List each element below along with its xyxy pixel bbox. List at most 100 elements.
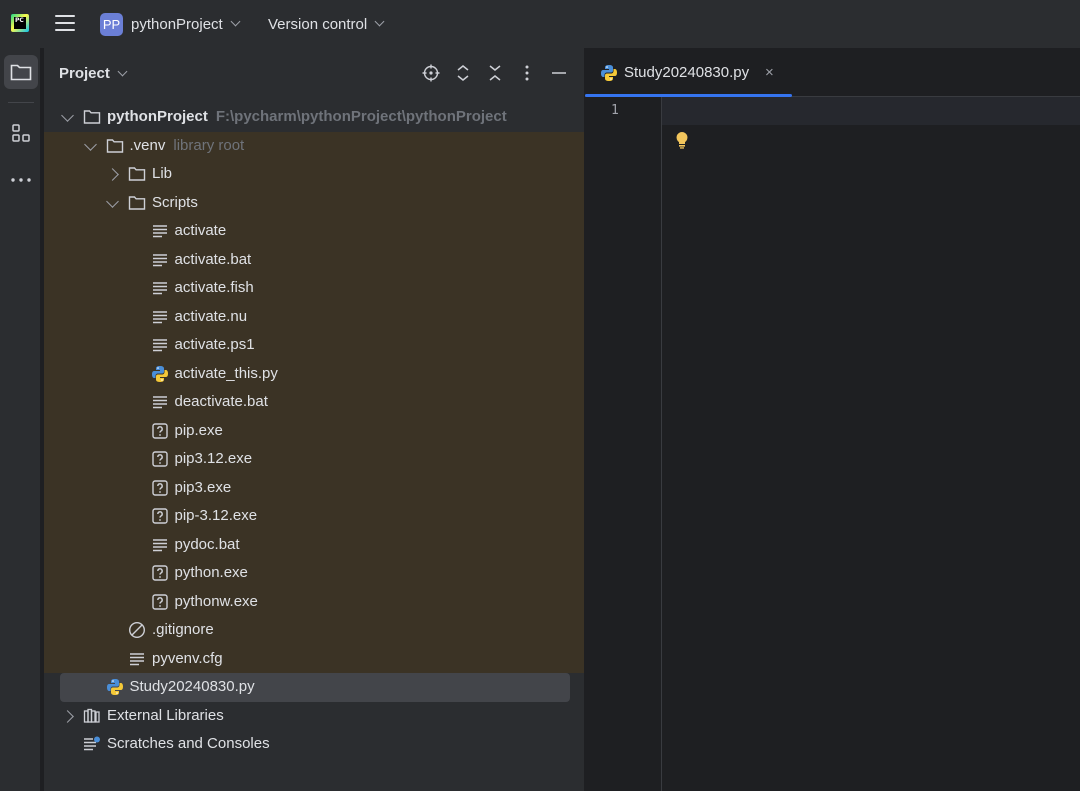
text-file-icon	[151, 536, 169, 554]
tree-row[interactable]: Scratches and Consoles	[44, 730, 584, 759]
chevron-right-icon[interactable]	[106, 168, 119, 181]
tree-item-label: activate.ps1	[175, 336, 255, 353]
tree-row[interactable]: pythonProject F:\pycharm\pythonProject\py…	[44, 103, 584, 132]
version-control-label: Version control	[268, 15, 368, 33]
close-tab-icon[interactable]: ×	[765, 64, 774, 81]
crosshair-icon	[422, 64, 440, 82]
project-tool-window: Project pythonProject F:\pycharm\pythonPr…	[44, 48, 584, 791]
tree-row[interactable]: pythonw.exe	[44, 587, 584, 616]
chevron-down-icon[interactable]	[61, 109, 74, 122]
tree-item-label: Lib	[152, 165, 172, 182]
tab-label: Study20240830.py	[624, 64, 750, 81]
tree-item-label: pip.exe	[175, 422, 223, 439]
tree-row[interactable]: Scripts	[44, 188, 584, 217]
chevron-down-icon[interactable]	[83, 137, 97, 151]
tree-item-name: pythonProject	[107, 108, 208, 125]
unknown-file-icon	[151, 564, 169, 582]
version-control-menu[interactable]: Version control	[268, 12, 385, 36]
tree-row[interactable]: pip3.12.exe	[44, 445, 584, 474]
tree-item-label: python.exe	[175, 564, 248, 581]
python-file-icon	[151, 365, 169, 383]
more-tools-button[interactable]	[4, 163, 38, 197]
structure-icon	[12, 124, 30, 142]
tree-item-name: Scripts	[152, 193, 198, 211]
project-panel-header: Project	[44, 48, 584, 100]
tree-row[interactable]: pip-3.12.exe	[44, 502, 584, 531]
ignored-file-icon	[128, 621, 146, 639]
tree-item-name: Study20240830.py	[129, 678, 255, 695]
structure-tool-button[interactable]	[4, 116, 38, 150]
tree-item-hint: library root	[173, 136, 245, 154]
text-file-icon	[128, 650, 146, 668]
tree-item-name: pip3.12.exe	[174, 450, 253, 467]
tree-row[interactable]: .gitignore	[44, 616, 584, 645]
tree-row[interactable]: pip3.exe	[44, 473, 584, 502]
tree-item-name: pyvenv.cfg	[152, 649, 223, 667]
tree-item-label: activate	[175, 222, 227, 239]
panel-title: Project	[59, 65, 110, 82]
tree-row[interactable]: activate	[44, 217, 584, 246]
tree-row[interactable]: deactivate.bat	[44, 388, 584, 417]
pycharm-logo-icon[interactable]: PC	[11, 14, 29, 32]
options-button[interactable]	[516, 62, 538, 84]
tree-item-name: activate.fish	[174, 279, 254, 296]
text-file-icon	[151, 336, 169, 354]
project-badge: PP	[100, 12, 123, 36]
editor-tab-study[interactable]: Study20240830.py ×	[585, 48, 792, 97]
select-opened-file-button[interactable]	[420, 62, 442, 84]
tree-row[interactable]: activate.nu	[44, 302, 584, 331]
title-bar: PC PP pythonProject Version control	[0, 0, 1080, 48]
tree-item-label: pythonw.exe	[175, 593, 258, 610]
folder-icon	[106, 137, 124, 155]
expand-all-button[interactable]	[452, 62, 474, 84]
tree-item-name: .gitignore	[152, 621, 214, 638]
tree-item-name: python.exe	[174, 564, 248, 581]
tree-item-label: activate_this.py	[175, 365, 278, 382]
hide-panel-button[interactable]	[548, 62, 570, 84]
tree-row[interactable]: .venv library root	[44, 131, 584, 160]
chevron-down-icon	[374, 16, 385, 27]
tree-row[interactable]: activate.bat	[44, 245, 584, 274]
folder-icon	[128, 194, 146, 212]
scratches-icon	[83, 735, 101, 753]
text-file-icon	[151, 251, 169, 269]
tree-item-label: .venv library root	[130, 137, 245, 154]
more-vertical-icon	[525, 65, 529, 81]
library-icon	[83, 707, 101, 725]
tree-row[interactable]: pyvenv.cfg	[44, 644, 584, 673]
chevron-down-icon	[117, 66, 128, 76]
tree-item-label: .gitignore	[152, 621, 214, 638]
tree-item-label: activate.nu	[175, 308, 248, 325]
tree-item-name: pip-3.12.exe	[174, 507, 258, 524]
intention-bulb-icon[interactable]	[675, 131, 689, 153]
collapse-all-button[interactable]	[484, 62, 506, 84]
project-view-selector[interactable]: Project	[59, 65, 128, 82]
tree-row[interactable]: pip.exe	[44, 416, 584, 445]
project-selector[interactable]: PP pythonProject	[100, 12, 241, 36]
line-number: 1	[611, 103, 619, 118]
unknown-file-icon	[151, 479, 169, 497]
tree-item-name: External Libraries	[107, 706, 224, 724]
folder-icon	[10, 64, 32, 81]
tree-item-name: activate.ps1	[174, 336, 255, 353]
tree-row[interactable]: activate_this.py	[44, 359, 584, 388]
tree-item-name: pip3.exe	[174, 478, 232, 496]
chevron-down-icon[interactable]	[106, 194, 119, 208]
tree-row[interactable]: pydoc.bat	[44, 530, 584, 559]
main-menu-button[interactable]	[55, 15, 75, 32]
panel-actions	[420, 62, 570, 84]
project-tool-button[interactable]	[4, 55, 38, 89]
tree-row[interactable]: python.exe	[44, 559, 584, 588]
chevron-right-icon[interactable]	[61, 709, 74, 723]
more-horizontal-icon	[11, 178, 31, 182]
tree-row[interactable]: Study20240830.py	[60, 673, 570, 702]
tree-row[interactable]: Lib	[44, 160, 584, 189]
tree-item-label: Scratches and Consoles	[107, 735, 270, 752]
tree-item-name: pydoc.bat	[174, 535, 240, 553]
tree-row[interactable]: External Libraries	[44, 702, 584, 731]
tree-row[interactable]: activate.ps1	[44, 331, 584, 360]
project-tree: pythonProject F:\pycharm\pythonProject\py…	[44, 103, 584, 759]
tree-item-name: deactivate.bat	[174, 393, 268, 410]
tree-row[interactable]: activate.fish	[44, 274, 584, 303]
tree-item-name: Lib	[152, 165, 173, 182]
